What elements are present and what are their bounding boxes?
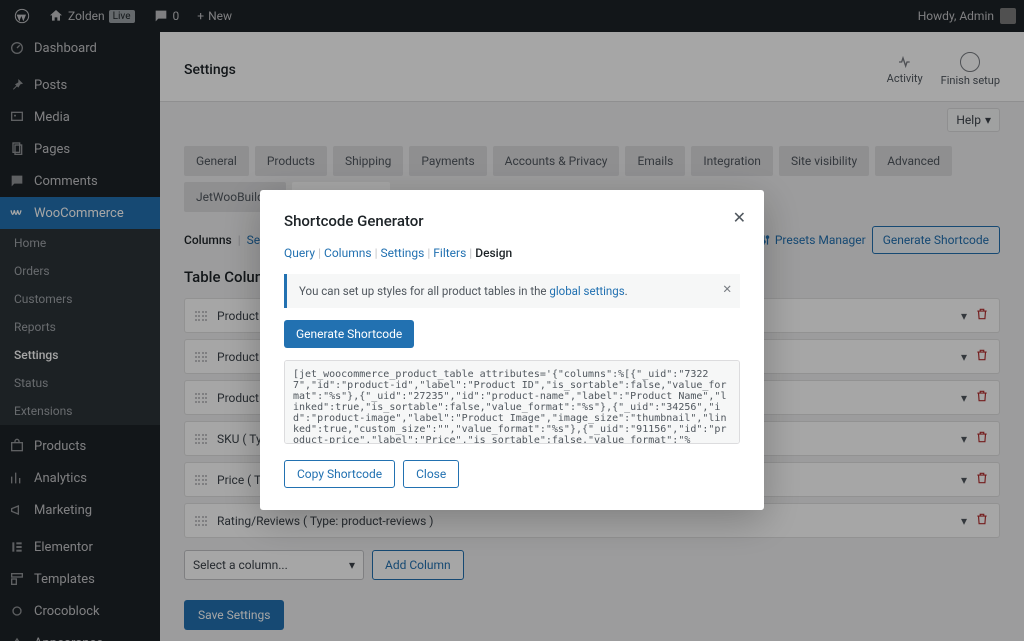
modal-tab-settings[interactable]: Settings — [381, 246, 425, 260]
modal-overlay[interactable]: Shortcode Generator ✕ Query | Columns | … — [0, 0, 1024, 641]
modal-tab-columns[interactable]: Columns — [324, 246, 372, 260]
generate-shortcode-button[interactable]: Generate Shortcode — [284, 320, 414, 348]
modal-tab-design: Design — [475, 246, 512, 260]
shortcode-generator-modal: Shortcode Generator ✕ Query | Columns | … — [260, 190, 764, 510]
modal-tab-filters[interactable]: Filters — [433, 246, 466, 260]
global-settings-link[interactable]: global settings — [549, 284, 624, 298]
dismiss-notice-icon[interactable]: ✕ — [722, 282, 732, 296]
modal-tab-query[interactable]: Query — [284, 246, 315, 260]
modal-title: Shortcode Generator — [284, 212, 740, 230]
info-notice: You can set up styles for all product ta… — [284, 274, 740, 308]
copy-shortcode-button[interactable]: Copy Shortcode — [284, 460, 395, 488]
shortcode-output[interactable] — [284, 360, 740, 444]
close-icon[interactable]: ✕ — [733, 208, 746, 227]
modal-tabs: Query | Columns | Settings | Filters | D… — [284, 246, 740, 260]
close-button[interactable]: Close — [403, 460, 459, 488]
